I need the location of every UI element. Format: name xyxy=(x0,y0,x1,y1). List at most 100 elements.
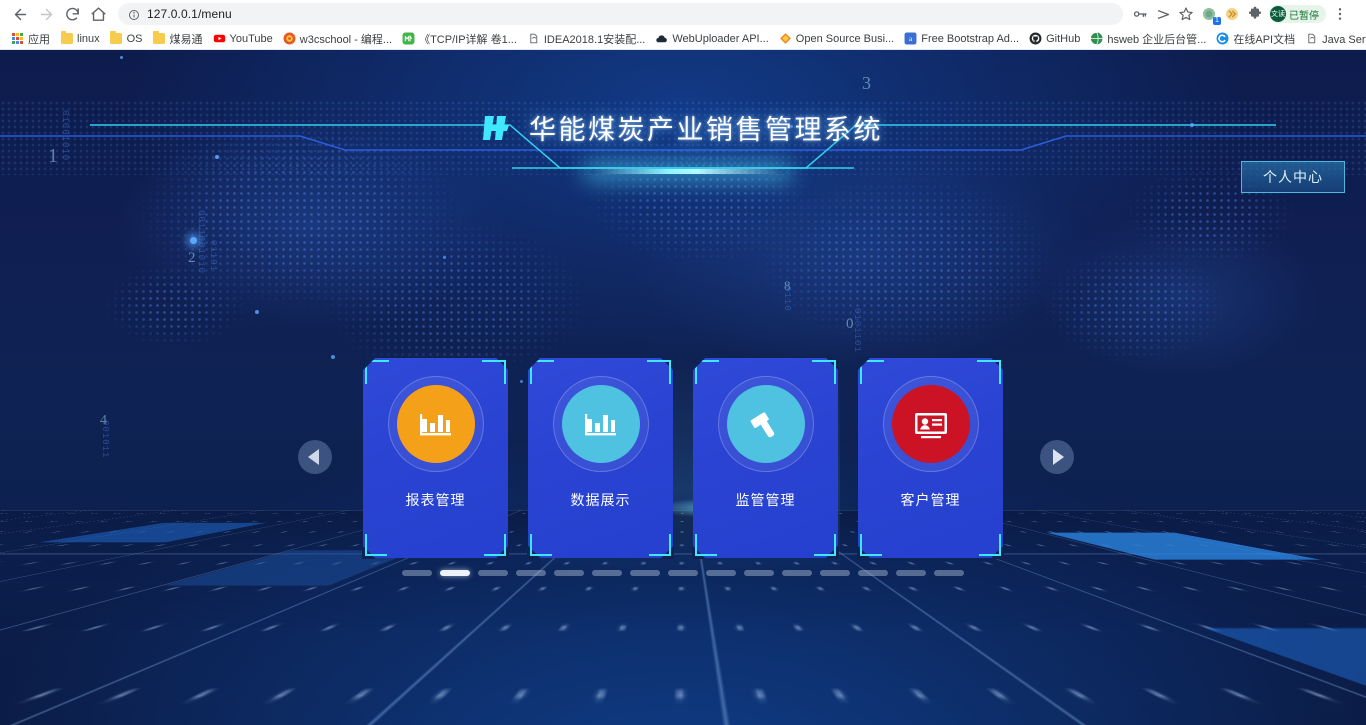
translate-status-badge[interactable]: 文读 已暂停 xyxy=(1269,5,1326,23)
w3cschool-icon xyxy=(283,32,296,45)
pagination-dash[interactable] xyxy=(478,570,508,576)
bookmark-label: 应用 xyxy=(28,33,50,46)
gavel-icon xyxy=(726,385,805,463)
bookmark-label: Open Source Busi... xyxy=(795,32,895,45)
bookmark-linux[interactable]: linux xyxy=(56,29,106,48)
bookmark-label: IDEA2018.1安装配... xyxy=(543,33,646,46)
card-corner-bracket xyxy=(860,534,882,556)
bookmark-w3cschool[interactable]: w3cschool - 编程... xyxy=(279,29,398,48)
bookmark-java-servlet-api[interactable]: Java Servlet API中... xyxy=(1301,29,1366,48)
bookmark-tcpip[interactable]: 《TCP/IP详解 卷1... xyxy=(398,29,523,48)
bookmark-youtube[interactable]: YouTube xyxy=(209,29,279,48)
bookmark-webuploader[interactable]: WebUploader API... xyxy=(651,29,774,48)
bookmark-idea-install[interactable]: IDEA2018.1安装配... xyxy=(523,29,652,48)
reload-icon[interactable] xyxy=(60,2,84,26)
decor-binary-column: 0110 xyxy=(782,286,792,312)
toolbar-right-icons: 1 文读 已暂停 xyxy=(1131,5,1351,25)
folder-icon xyxy=(153,31,166,45)
menu-card-data-display[interactable]: 数据展示 xyxy=(527,357,674,559)
bookmark-label: hsweb 企业后台管... xyxy=(1107,33,1207,46)
home-icon[interactable] xyxy=(86,2,110,26)
pagination-dash[interactable] xyxy=(402,570,432,576)
bookmark-label: w3cschool - 编程... xyxy=(299,33,393,46)
card-label: 客户管理 xyxy=(900,493,961,509)
browser-chrome: 127.0.0.1/menu 1 文读 已暂停 应用 linux OS 煤易通 … xyxy=(0,0,1366,50)
bookmark-label: OS xyxy=(126,32,143,45)
bookmark-label: Free Bootstrap Ad... xyxy=(921,32,1020,45)
bookmark-github[interactable]: GitHub xyxy=(1025,29,1086,48)
bookmark-hsweb[interactable]: hsweb 企业后台管... xyxy=(1086,29,1212,48)
card-corner-cut xyxy=(990,545,1004,559)
pagination-dash[interactable] xyxy=(896,570,926,576)
maxthon-icon xyxy=(402,32,415,45)
bookmark-label: WebUploader API... xyxy=(672,32,769,45)
pagination-dash[interactable] xyxy=(744,570,774,576)
bookmark-label: YouTube xyxy=(229,32,273,45)
pagination-dash[interactable] xyxy=(706,570,736,576)
pagination-dash[interactable] xyxy=(630,570,660,576)
card-icon-wrap xyxy=(717,376,814,472)
card-corner-bracket xyxy=(484,534,506,556)
doc-icon xyxy=(1305,32,1318,45)
pagination-dash[interactable] xyxy=(858,570,888,576)
bookmark-label: Java Servlet API中... xyxy=(1322,33,1366,46)
back-arrow-icon[interactable] xyxy=(8,2,32,26)
carousel-prev-button[interactable] xyxy=(298,440,332,474)
carousel-next-button[interactable] xyxy=(1040,440,1074,474)
card-corner-cut xyxy=(527,357,541,371)
person-center-button[interactable]: 个人中心 xyxy=(1241,161,1345,193)
star-icon[interactable] xyxy=(1177,5,1195,23)
pagination-dash[interactable] xyxy=(554,570,584,576)
card-corner-cut xyxy=(495,357,509,371)
c-icon xyxy=(1216,32,1229,45)
pagination-dash[interactable] xyxy=(782,570,812,576)
card-corner-bracket xyxy=(530,534,552,556)
bookmark-open-source-busi[interactable]: Open Source Busi... xyxy=(775,29,900,48)
app-title-bar: 华能煤炭产业销售管理系统 xyxy=(0,108,1366,147)
site-info-icon[interactable] xyxy=(128,8,140,20)
extension-green-icon[interactable]: 1 xyxy=(1200,5,1221,25)
bookmark-label: linux xyxy=(77,32,100,45)
bar-chart-icon xyxy=(561,385,640,463)
menu-card-supervision-management[interactable]: 监管管理 xyxy=(692,357,839,559)
header-glow-bar xyxy=(590,169,785,174)
pagination-dash[interactable] xyxy=(934,570,964,576)
card-corner-cut xyxy=(527,545,541,559)
address-bar[interactable]: 127.0.0.1/menu xyxy=(118,3,1123,25)
bookmark-meiyitong[interactable]: 煤易通 xyxy=(149,29,209,48)
card-label: 监管管理 xyxy=(735,493,796,509)
card-corner-cut xyxy=(362,357,376,371)
bookmark-online-api-doc[interactable]: 在线API文档 xyxy=(1212,29,1301,48)
menu-card-customer-management[interactable]: 客户管理 xyxy=(857,357,1004,559)
menu-card-list: 报表管理 数据展示 监管管理 客户管理 xyxy=(0,357,1366,559)
card-corner-cut xyxy=(990,357,1004,371)
pagination-dash[interactable] xyxy=(516,570,546,576)
decor-number: 3 xyxy=(862,73,871,93)
card-label: 报表管理 xyxy=(405,493,466,509)
pagination-dash[interactable] xyxy=(592,570,622,576)
extension-orange-icon[interactable] xyxy=(1223,5,1241,23)
translate-icon: 文读 xyxy=(1270,6,1286,22)
kebab-menu-icon[interactable] xyxy=(1331,5,1349,23)
card-corner-bracket xyxy=(814,534,836,556)
decor-spark xyxy=(443,256,446,259)
bookmark-os[interactable]: OS xyxy=(106,29,149,48)
card-corner-cut xyxy=(857,357,871,371)
bookmark-free-bootstrap-admin[interactable]: a Free Bootstrap Ad... xyxy=(900,29,1025,48)
bootstrap-icon: a xyxy=(904,32,917,45)
pagination-dash-active[interactable] xyxy=(440,570,470,576)
bookmark-apps[interactable]: 应用 xyxy=(7,29,56,48)
card-corner-bracket xyxy=(365,534,387,556)
puzzle-icon[interactable] xyxy=(1246,5,1264,23)
decor-number: 8 xyxy=(784,278,791,293)
menu-card-report-management[interactable]: 报表管理 xyxy=(362,357,509,559)
key-icon[interactable] xyxy=(1131,5,1149,23)
card-icon-wrap xyxy=(552,376,649,472)
youtube-icon xyxy=(213,32,226,45)
apps-grid-icon xyxy=(11,32,24,45)
bookmark-label: 煤易通 xyxy=(169,33,203,46)
send-icon[interactable] xyxy=(1154,5,1172,23)
hn-logo-icon xyxy=(483,115,509,140)
pagination-dash[interactable] xyxy=(820,570,850,576)
pagination-dash[interactable] xyxy=(668,570,698,576)
